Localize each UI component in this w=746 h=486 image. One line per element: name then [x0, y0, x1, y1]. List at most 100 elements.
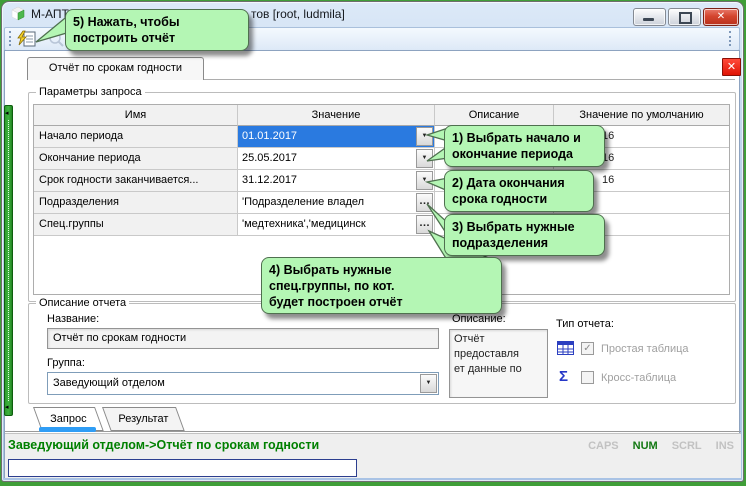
col-header-default: Значение по умолчанию — [554, 105, 729, 126]
collapse-splitter[interactable]: ◂ ◂ — [4, 105, 13, 416]
dropdown-button[interactable]: ▼ — [416, 149, 433, 168]
window-title-right: тов [root, ludmila] — [251, 7, 345, 21]
maximize-icon — [679, 12, 692, 24]
callout-line: 5) Нажать, чтобы — [73, 15, 180, 29]
param-value-cell[interactable]: 01.01.2017 ▼ — [238, 126, 435, 148]
window-title-left: М-АПТ — [31, 7, 69, 21]
minimize-icon — [643, 18, 654, 21]
callout-line: 3) Выбрать нужные — [452, 220, 575, 234]
check-icon: ✓ — [583, 343, 592, 354]
callout-4: 4) Выбрать нужные спец.группы, по кот. б… — [261, 257, 502, 314]
callout-1: 1) Выбрать начало и окончание периода — [444, 125, 605, 167]
keyboard-indicators: CAPS NUM SCRL INS — [588, 440, 734, 452]
indicator-ins: INS — [715, 440, 734, 452]
callout-line: подразделения — [452, 236, 549, 250]
param-value: 25.05.2017 — [242, 152, 298, 164]
desc-line: Отчёт — [454, 333, 485, 345]
col-header-name: Имя — [34, 105, 238, 126]
param-value-cell[interactable]: 'Подразделение владел … — [238, 192, 435, 214]
dropdown-button[interactable]: ▼ — [416, 127, 433, 146]
ellipsis-icon: … — [419, 217, 430, 229]
param-row: Окончание периода 25.05.2017 ▼ 16 — [34, 148, 729, 170]
indicator-scrl: SCRL — [671, 440, 702, 452]
tab-strip-line — [204, 79, 735, 80]
callout-line: построить отчёт — [73, 31, 176, 45]
callout-line: будет построен отчёт — [269, 295, 403, 309]
report-type-label: Тип отчета: — [556, 318, 614, 330]
param-row: Спец.группы 'медтехника','медицинск … — [34, 214, 729, 236]
param-value-cell[interactable]: 'медтехника','медицинск … — [238, 214, 435, 236]
indicator-caps: CAPS — [588, 440, 619, 452]
param-row: Подразделения 'Подразделение владел … — [34, 192, 729, 214]
callout-3: 3) Выбрать нужные подразделения — [444, 214, 605, 256]
chevron-down-icon: ▼ — [421, 155, 428, 161]
param-value: 01.01.2017 — [242, 130, 298, 142]
chevron-down-icon: ▼ — [421, 133, 428, 139]
callout-line: окончание периода — [452, 147, 573, 161]
param-name: Начало периода — [34, 126, 238, 148]
param-row: Срок годности заканчивается... 31.12.201… — [34, 170, 729, 192]
magnifier-icon — [49, 32, 64, 47]
tab-result[interactable]: Результат — [102, 407, 185, 431]
col-header-description: Описание — [435, 105, 554, 126]
app-window: М-АПТ тов [root, ludmila] ✕ ◂ ◂ Отчёт по… — [0, 0, 746, 486]
bottom-tab-strip-line — [5, 431, 741, 432]
col-header-value: Значение — [238, 105, 435, 126]
dropdown-button[interactable]: ▼ — [416, 171, 433, 190]
sigma-icon: Σ — [559, 368, 569, 385]
tab-result-label: Результат — [118, 413, 169, 425]
close-button[interactable]: ✕ — [703, 8, 739, 26]
params-legend: Параметры запроса — [36, 86, 145, 98]
status-input-field[interactable] — [8, 459, 357, 477]
param-row: Начало периода 01.01.2017 ▼ 16 — [34, 126, 729, 148]
cross-table-label: Кросс-таблица — [601, 372, 677, 384]
callout-line: 4) Выбрать нужные — [269, 263, 392, 277]
build-report-button[interactable] — [16, 29, 42, 50]
toolbar-grip-right — [729, 31, 734, 46]
dropdown-button[interactable]: ▼ — [420, 374, 437, 393]
param-name: Срок годности заканчивается... — [34, 170, 238, 192]
param-value: 'медтехника','медицинск — [242, 218, 366, 230]
build-report-icon — [17, 30, 36, 47]
collapse-arrow-top-icon: ◂ — [5, 110, 9, 117]
close-tab-icon: ✕ — [726, 61, 737, 73]
param-name: Окончание периода — [34, 148, 238, 170]
callout-line: 2) Дата окончания — [452, 176, 565, 190]
report-legend: Описание отчета — [36, 297, 130, 309]
callout-5: 5) Нажать, чтобы построить отчёт — [65, 9, 249, 51]
param-name: Спец.группы — [34, 214, 238, 236]
cross-table-checkbox — [581, 371, 594, 384]
param-value: 'Подразделение владел — [242, 196, 365, 208]
callout-line: срока годности — [452, 192, 548, 206]
close-tab-button[interactable]: ✕ — [722, 58, 741, 76]
maximize-button[interactable] — [668, 8, 701, 26]
param-value-cell[interactable]: 31.12.2017 ▼ — [238, 170, 435, 192]
report-group-value: Заведующий отделом — [53, 377, 165, 389]
splitter-dots — [8, 120, 9, 401]
ellipsis-button[interactable]: … — [416, 193, 433, 212]
collapse-arrow-bottom-icon: ◂ — [5, 404, 9, 411]
param-value: 31.12.2017 — [242, 174, 298, 186]
minimize-button[interactable] — [633, 8, 666, 26]
indicator-num: NUM — [632, 440, 658, 452]
desc-line: ет данные по — [454, 363, 522, 375]
callout-line: спец.группы, по кот. — [269, 279, 395, 293]
active-tab-underline — [39, 427, 96, 432]
report-name-field[interactable]: Отчёт по срокам годности — [47, 328, 439, 349]
param-name: Подразделения — [34, 192, 238, 214]
report-group-combobox[interactable]: Заведующий отделом ▼ — [47, 372, 439, 395]
toolbar-grip — [9, 31, 14, 46]
close-icon: ✕ — [716, 11, 726, 22]
ellipsis-button[interactable]: … — [416, 215, 433, 234]
chevron-down-icon: ▼ — [425, 380, 432, 386]
param-value-cell[interactable]: 25.05.2017 ▼ — [238, 148, 435, 170]
report-group-label: Группа: — [47, 357, 85, 369]
simple-table-checkbox: ✓ — [581, 342, 594, 355]
tab-report[interactable]: Отчёт по срокам годности — [27, 57, 204, 80]
chevron-down-icon: ▼ — [421, 177, 428, 183]
table-icon — [557, 341, 574, 355]
desc-line: предоставля — [454, 348, 519, 360]
report-name-label: Название: — [47, 313, 100, 325]
report-desc-label: Описание: — [452, 313, 506, 325]
report-desc-box: Отчёт предоставля ет данные по — [449, 329, 548, 398]
